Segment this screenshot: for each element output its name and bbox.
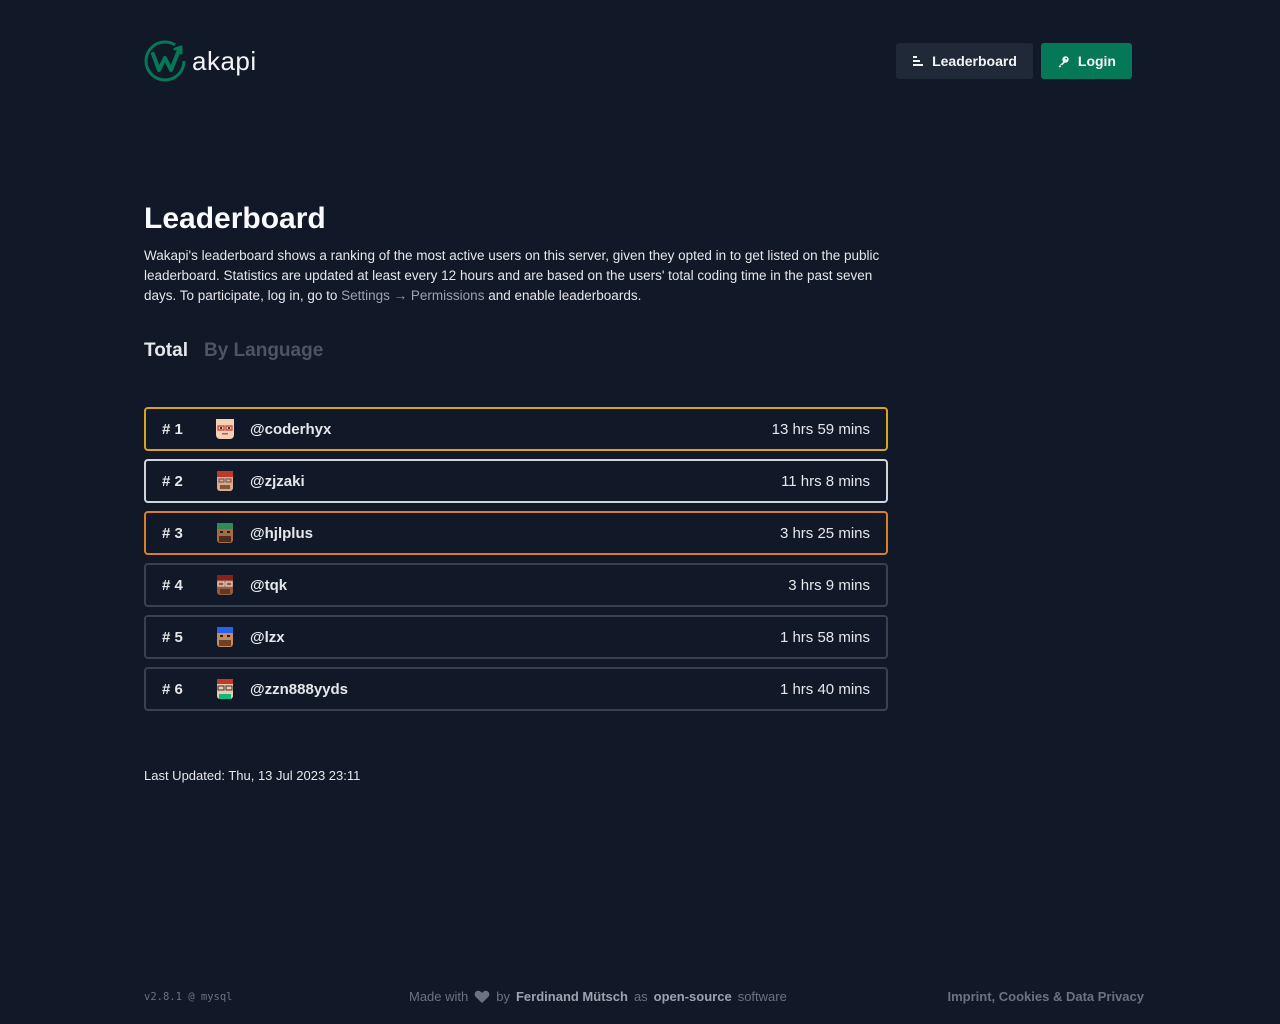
- coding-time: 11 hrs 8 mins: [781, 472, 870, 490]
- intro-text: Wakapi's leaderboard shows a ranking of …: [144, 246, 904, 306]
- username[interactable]: @zjzaki: [250, 473, 781, 490]
- avatar: [216, 419, 234, 439]
- intro-text-part2: and enable leaderboards.: [484, 288, 642, 303]
- username[interactable]: @lzx: [250, 629, 780, 646]
- settings-link[interactable]: Settings: [341, 288, 390, 303]
- imprint-link[interactable]: Imprint, Cookies & Data Privacy: [947, 989, 1144, 1004]
- author-link[interactable]: Ferdinand Mütsch: [516, 989, 628, 1004]
- last-updated: Last Updated: Thu, 13 Jul 2023 23:11: [144, 768, 361, 783]
- as-text: as: [633, 989, 648, 1004]
- permissions-link[interactable]: Permissions: [411, 288, 485, 303]
- made-with-text: Made with: [409, 989, 469, 1004]
- leaderboard-row: # 4 @tqk 3 hrs 9 mins: [144, 563, 888, 607]
- leaderboard-row: # 2 @zjzaki 11 hrs 8 mins: [144, 459, 888, 503]
- key-icon: [1058, 55, 1069, 67]
- page: akapi Leaderboard Login Leaderboard Waka…: [0, 0, 1280, 1024]
- leaderboard-tabs: Total By Language: [144, 340, 323, 362]
- made-with: Made with by Ferdinand Mütsch as open-so…: [409, 989, 787, 1004]
- avatar: [217, 471, 233, 491]
- rank: # 4: [162, 576, 183, 594]
- coding-time: 3 hrs 25 mins: [779, 524, 870, 542]
- leaderboard-row: # 1 @coderhyx 13 hrs 59 mins: [144, 407, 888, 451]
- coding-time: 1 hrs 40 mins: [779, 680, 870, 698]
- avatar: [217, 679, 233, 699]
- leaderboard-row: # 3 @hjlplus 3 hrs 25 mins: [144, 511, 888, 555]
- avatar: [217, 523, 233, 543]
- username[interactable]: @coderhyx: [250, 421, 772, 438]
- tab-by-language[interactable]: By Language: [204, 340, 323, 362]
- leaderboard-button-label: Leaderboard: [932, 53, 1017, 69]
- rank: # 1: [162, 420, 183, 438]
- coding-time: 1 hrs 58 mins: [779, 628, 870, 646]
- login-button-label: Login: [1077, 53, 1116, 69]
- logo-text: akapi: [192, 45, 257, 76]
- coding-time: 3 hrs 9 mins: [788, 576, 870, 594]
- wakapi-logo[interactable]: akapi: [144, 38, 257, 84]
- by-text: by: [496, 989, 510, 1004]
- leaderboard-button[interactable]: Leaderboard: [896, 43, 1033, 79]
- intro-arrow: →: [389, 288, 411, 303]
- footer: v2.8.1 @ mysql Made with by Ferdinand Mü…: [144, 989, 1144, 1007]
- username[interactable]: @zzn888yyds: [250, 681, 780, 698]
- username[interactable]: @tqk: [250, 577, 788, 594]
- version-label: v2.8.1 @ mysql: [144, 991, 233, 1003]
- leaderboard-row: # 5 @lzx 1 hrs 58 mins: [144, 615, 888, 659]
- rank: # 2: [162, 472, 183, 490]
- rank: # 3: [162, 524, 183, 542]
- page-title: Leaderboard: [144, 202, 326, 235]
- rank: # 5: [162, 628, 183, 646]
- avatar: [217, 627, 233, 647]
- login-button[interactable]: Login: [1040, 43, 1132, 79]
- tab-total[interactable]: Total: [144, 340, 188, 362]
- rank: # 6: [162, 680, 183, 698]
- list-icon: [913, 56, 924, 66]
- header-nav: Leaderboard Login: [896, 43, 1132, 79]
- wakapi-logo-icon: [144, 40, 186, 82]
- software-text: software: [737, 989, 787, 1004]
- username[interactable]: @hjlplus: [250, 525, 780, 542]
- leaderboard-row: # 6 @zzn888yyds 1 hrs 40 mins: [144, 667, 888, 711]
- coding-time: 13 hrs 59 mins: [771, 420, 870, 438]
- heart-icon: [474, 990, 490, 1003]
- avatar: [217, 575, 233, 595]
- open-source-link[interactable]: open-source: [654, 989, 732, 1004]
- leaderboard-list: # 1 @coderhyx 13 hrs 59 mins # 2 @zjzaki…: [144, 407, 888, 719]
